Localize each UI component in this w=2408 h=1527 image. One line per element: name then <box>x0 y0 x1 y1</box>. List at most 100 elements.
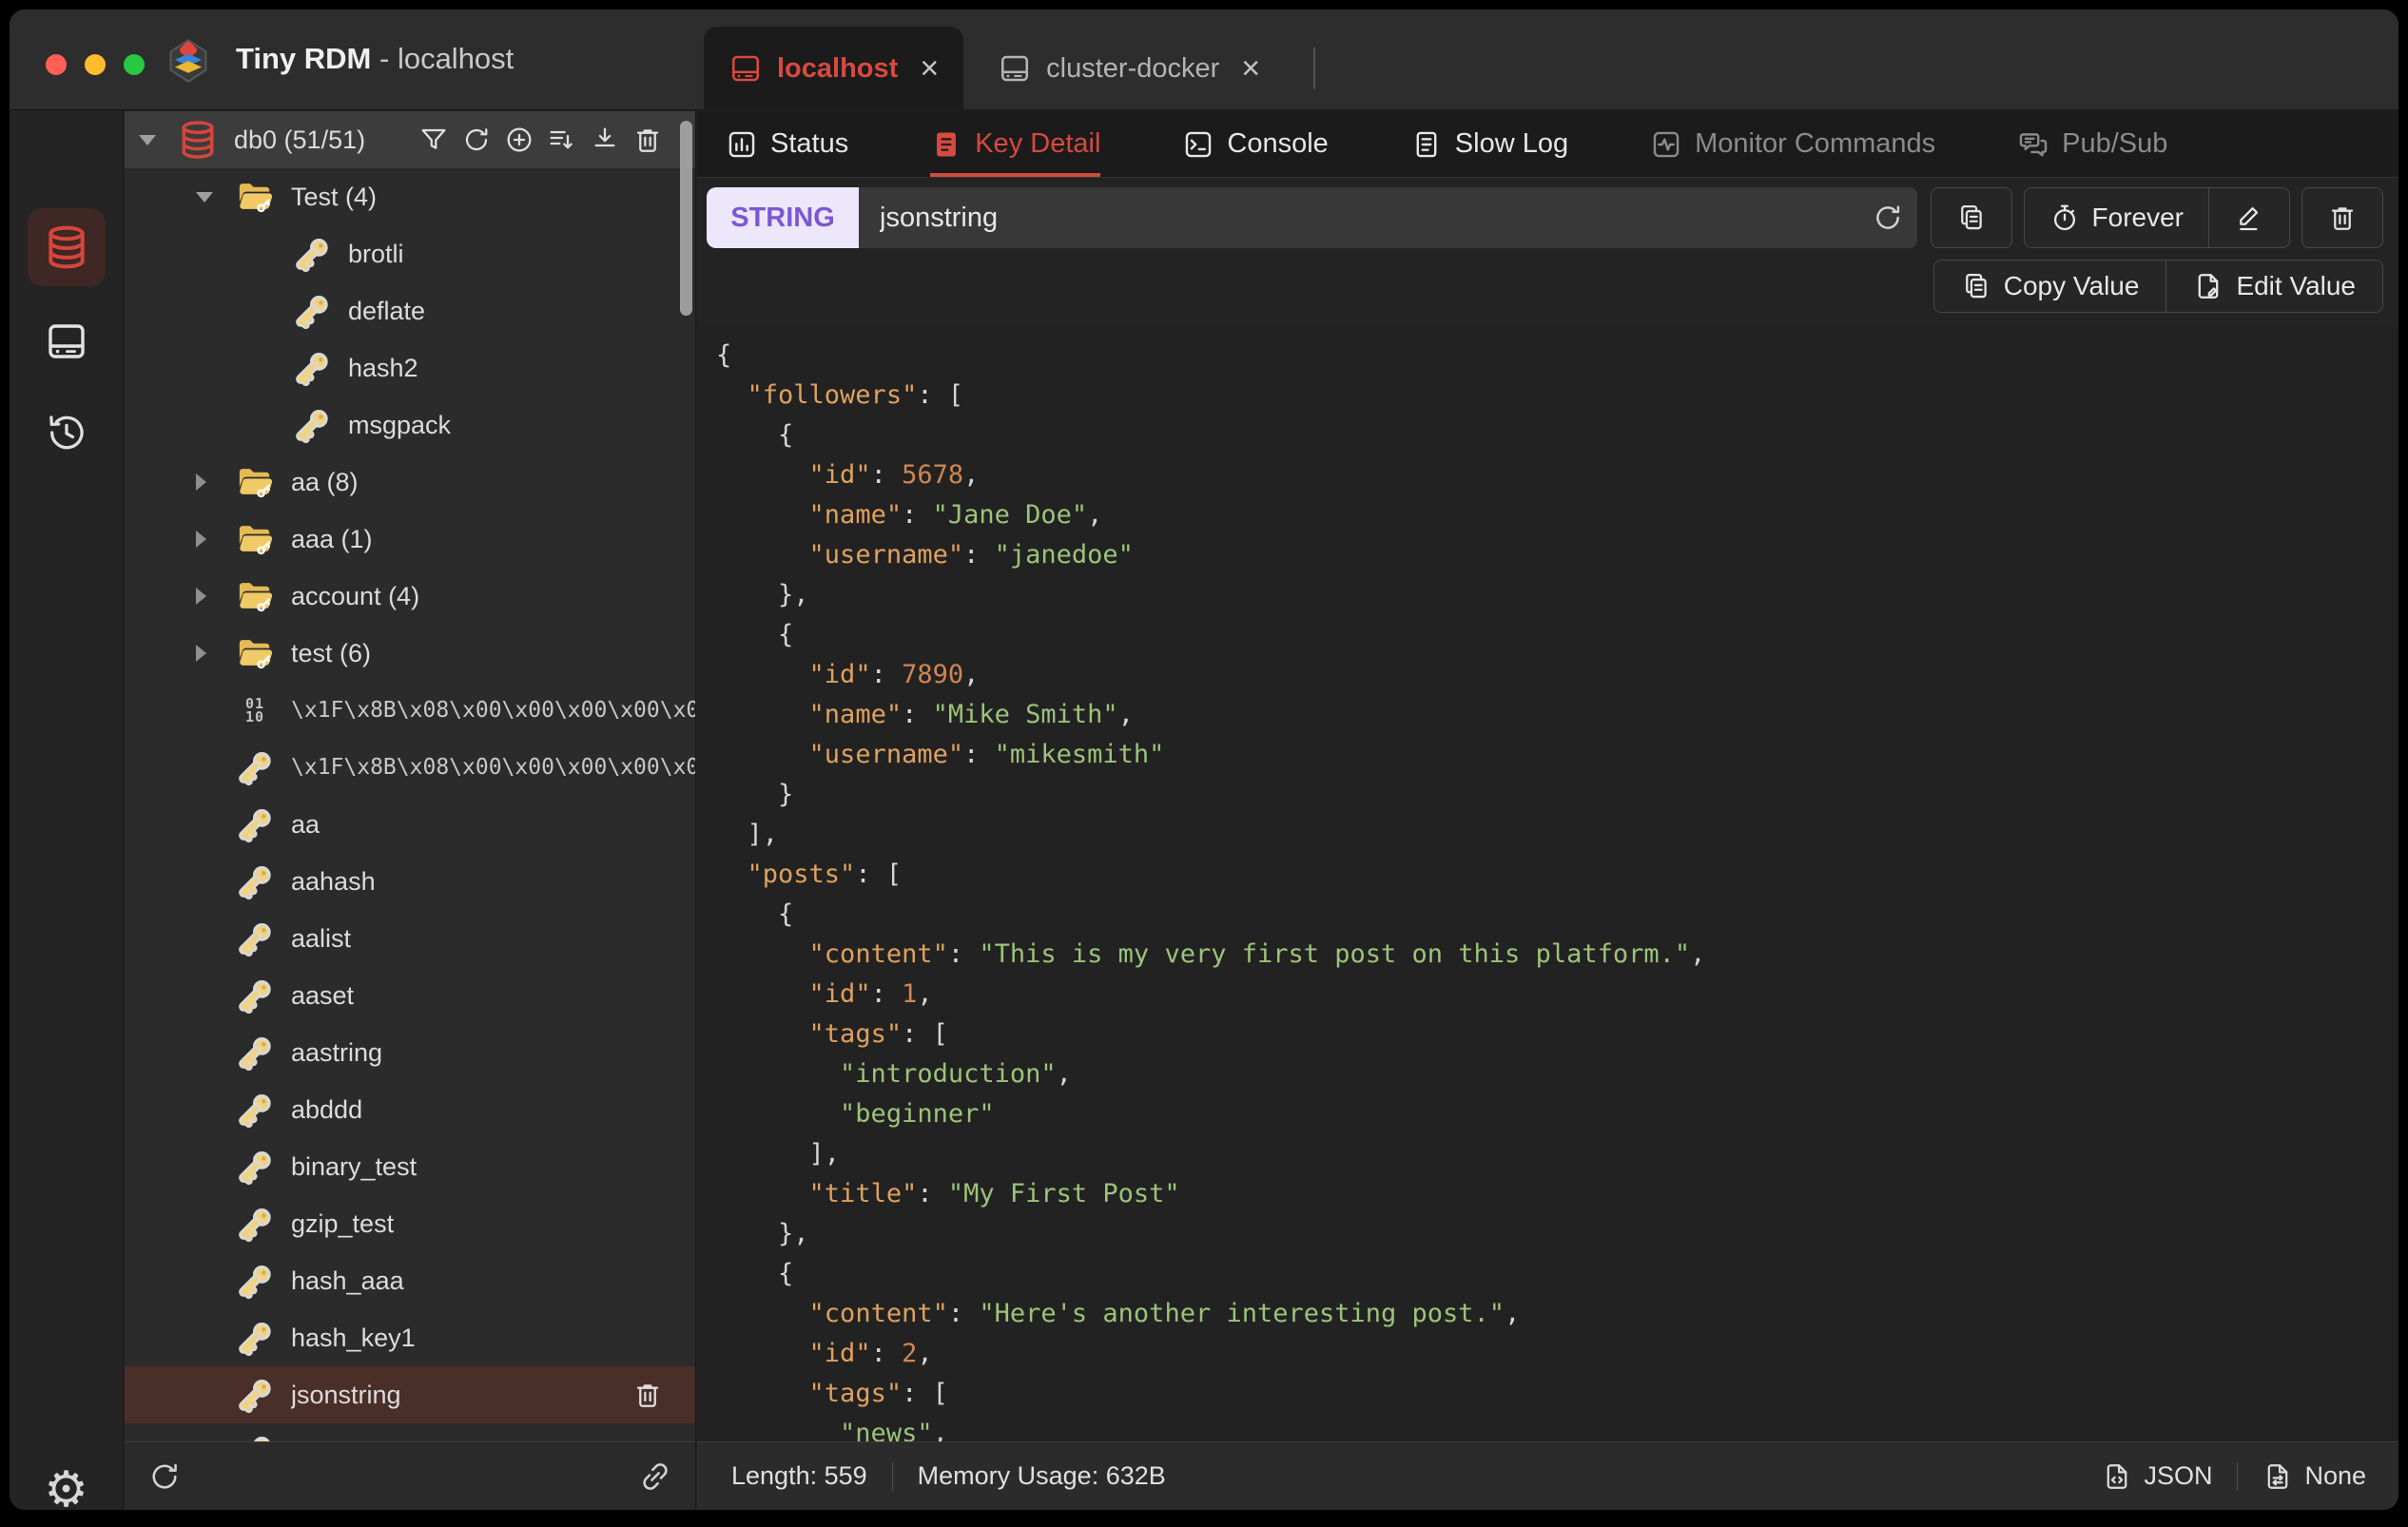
connection-tab-label: cluster-docker <box>1046 52 1220 84</box>
tree-row-brotli[interactable]: brotli <box>125 225 695 282</box>
tree-row-aalist[interactable]: aalist <box>125 910 695 967</box>
copy-value-button[interactable]: Copy Value <box>1934 261 2166 312</box>
tree-item-label: hash_key1 <box>291 1323 416 1352</box>
chevron-right-icon[interactable] <box>196 645 206 662</box>
tab-label: Key Detail <box>975 128 1101 159</box>
json-line: "posts": [ <box>747 860 903 889</box>
key-icon <box>291 290 333 332</box>
tree-row-deflate[interactable]: deflate <box>125 282 695 339</box>
tree-row-aa[interactable]: aa <box>125 796 695 853</box>
settings-button[interactable]: ⚙ <box>42 1465 91 1510</box>
pubsub-icon <box>2017 128 2049 161</box>
rename-key-button[interactable] <box>2208 188 2289 247</box>
key-name-input[interactable] <box>880 202 1872 234</box>
tree-folder-account-4[interactable]: account (4) <box>125 568 695 625</box>
tree-row-binary-test[interactable]: binary_test <box>125 1138 695 1195</box>
chevron-down-icon[interactable] <box>139 134 156 145</box>
pencil-icon <box>2234 203 2264 233</box>
edit-document-icon <box>2193 271 2224 301</box>
chevron-right-icon[interactable] <box>196 588 206 605</box>
tree-row-msgpack[interactable]: msgpack <box>125 396 695 454</box>
tab-status[interactable]: Status <box>726 111 848 177</box>
tree-row-aahash[interactable]: aahash <box>125 853 695 910</box>
tree-row-x1f-x8b-x08-x00-x00-x00-x00-x00[interactable]: 0110 \x1F\x8B\x08\x00\x00\x00\x00\x00... <box>125 682 695 739</box>
document-code-icon <box>2102 1461 2132 1492</box>
tree-item-label: brotli <box>348 239 404 268</box>
json-line: ], <box>716 820 779 849</box>
tree-scrollbar-thumb[interactable] <box>680 121 692 316</box>
tab-console[interactable]: Console <box>1182 111 1329 177</box>
decode-format-select[interactable]: None <box>2262 1461 2366 1492</box>
tab-slow-log[interactable]: Slow Log <box>1410 111 1568 177</box>
tree-row-aastring[interactable]: aastring <box>125 1024 695 1081</box>
delete-key-button[interactable] <box>2301 187 2383 248</box>
history-nav-button[interactable] <box>45 411 88 454</box>
chevron-right-icon[interactable] <box>196 531 206 548</box>
connection-tab-localhost[interactable]: localhost × <box>704 27 964 110</box>
servers-nav-button[interactable] <box>44 319 89 364</box>
tab-label: Monitor Commands <box>1695 128 1936 159</box>
delete-icon[interactable] <box>632 125 663 155</box>
chevron-down-icon[interactable] <box>196 191 213 203</box>
tree-folder-test-6[interactable]: test (6) <box>125 625 695 682</box>
tree-folder-test-4[interactable]: Test (4) <box>125 168 695 225</box>
copy-key-button[interactable] <box>1930 187 2012 248</box>
folder-icon <box>234 176 276 218</box>
delete-icon[interactable] <box>632 1380 663 1410</box>
sort-list-icon[interactable] <box>547 125 577 155</box>
key-tree[interactable]: db0 (51/51) Test (4) brotli deflate hash2 msg… <box>125 111 695 1441</box>
tree-row-abddd[interactable]: abddd <box>125 1081 695 1138</box>
key-icon <box>291 404 333 446</box>
app-logo-icon <box>164 36 213 86</box>
zoom-window-button[interactable] <box>124 54 145 75</box>
tree-row-aaset[interactable]: aaset <box>125 967 695 1024</box>
tree-row-gzip-test[interactable]: gzip_test <box>125 1195 695 1252</box>
filter-icon[interactable] <box>418 125 449 155</box>
stopwatch-icon <box>2049 203 2080 233</box>
json-line: "name": "Mike Smith", <box>808 700 1134 729</box>
folder-icon <box>234 575 276 617</box>
connection-tab-cluster-docker[interactable]: cluster-docker × <box>973 27 1285 110</box>
minimize-window-button[interactable] <box>85 54 106 75</box>
tree-row-db0-51-51[interactable]: db0 (51/51) <box>125 111 695 168</box>
tab-key-detail[interactable]: Key Detail <box>930 111 1101 177</box>
close-window-button[interactable] <box>46 54 67 75</box>
databases-nav-button[interactable] <box>27 208 106 286</box>
key-icon <box>234 746 276 788</box>
ttl-button[interactable]: Forever <box>2025 188 2208 247</box>
view-format-select[interactable]: JSON <box>2102 1461 2212 1492</box>
tree-item-label: binary_test <box>291 1151 418 1181</box>
chevron-right-icon[interactable] <box>196 474 206 491</box>
server-icon <box>998 51 1032 86</box>
tree-folder-aaa-1[interactable]: aaa (1) <box>125 511 695 568</box>
key-icon <box>234 1089 276 1131</box>
reload-value-icon[interactable] <box>1872 202 1904 234</box>
refresh-icon[interactable] <box>461 125 492 155</box>
json-line: "id": 7890, <box>808 660 980 689</box>
json-line: "username": "mikesmith" <box>808 740 1165 769</box>
edit-value-button[interactable]: Edit Value <box>2165 261 2382 312</box>
value-viewer[interactable]: { "followers": [ { "id": 5678, "name": "… <box>697 326 2398 1441</box>
close-tab-icon[interactable]: × <box>1241 52 1260 85</box>
tree-row-x1f-x8b-x08-x00-x00-x00-x00-x00[interactable]: \x1F\x8B\x08\x00\x00\x00\x00\x00... <box>125 739 695 796</box>
link-icon[interactable] <box>638 1459 672 1494</box>
key-icon <box>291 347 333 389</box>
tree-folder-aa-8[interactable]: aa (8) <box>125 454 695 511</box>
tab-pub-sub[interactable]: Pub/Sub <box>2017 111 2167 177</box>
import-icon[interactable] <box>590 125 620 155</box>
tree-row-jsonstring[interactable]: jsonstring <box>125 1366 695 1423</box>
tree-row-hash2[interactable]: hash2 <box>125 339 695 396</box>
server-icon <box>728 51 763 86</box>
tab-monitor-commands[interactable]: Monitor Commands <box>1650 111 1935 177</box>
document-swap-icon <box>2262 1461 2293 1492</box>
detail-nav-tabs: Status Key Detail Console Slow Log Monitor C… <box>697 111 2398 178</box>
tree-row-jsonstring2[interactable]: jsonstring2 <box>125 1423 695 1441</box>
tree-row-hash-key1[interactable]: hash_key1 <box>125 1309 695 1366</box>
tree-row-hash-aaa[interactable]: hash_aaa <box>125 1252 695 1309</box>
close-tab-icon[interactable]: × <box>920 52 939 85</box>
json-line: "tags": [ <box>808 1379 948 1408</box>
key-icon <box>234 1146 276 1188</box>
folder-icon <box>234 461 276 503</box>
add-key-icon[interactable] <box>504 125 534 155</box>
reload-keys-icon[interactable] <box>147 1459 182 1494</box>
